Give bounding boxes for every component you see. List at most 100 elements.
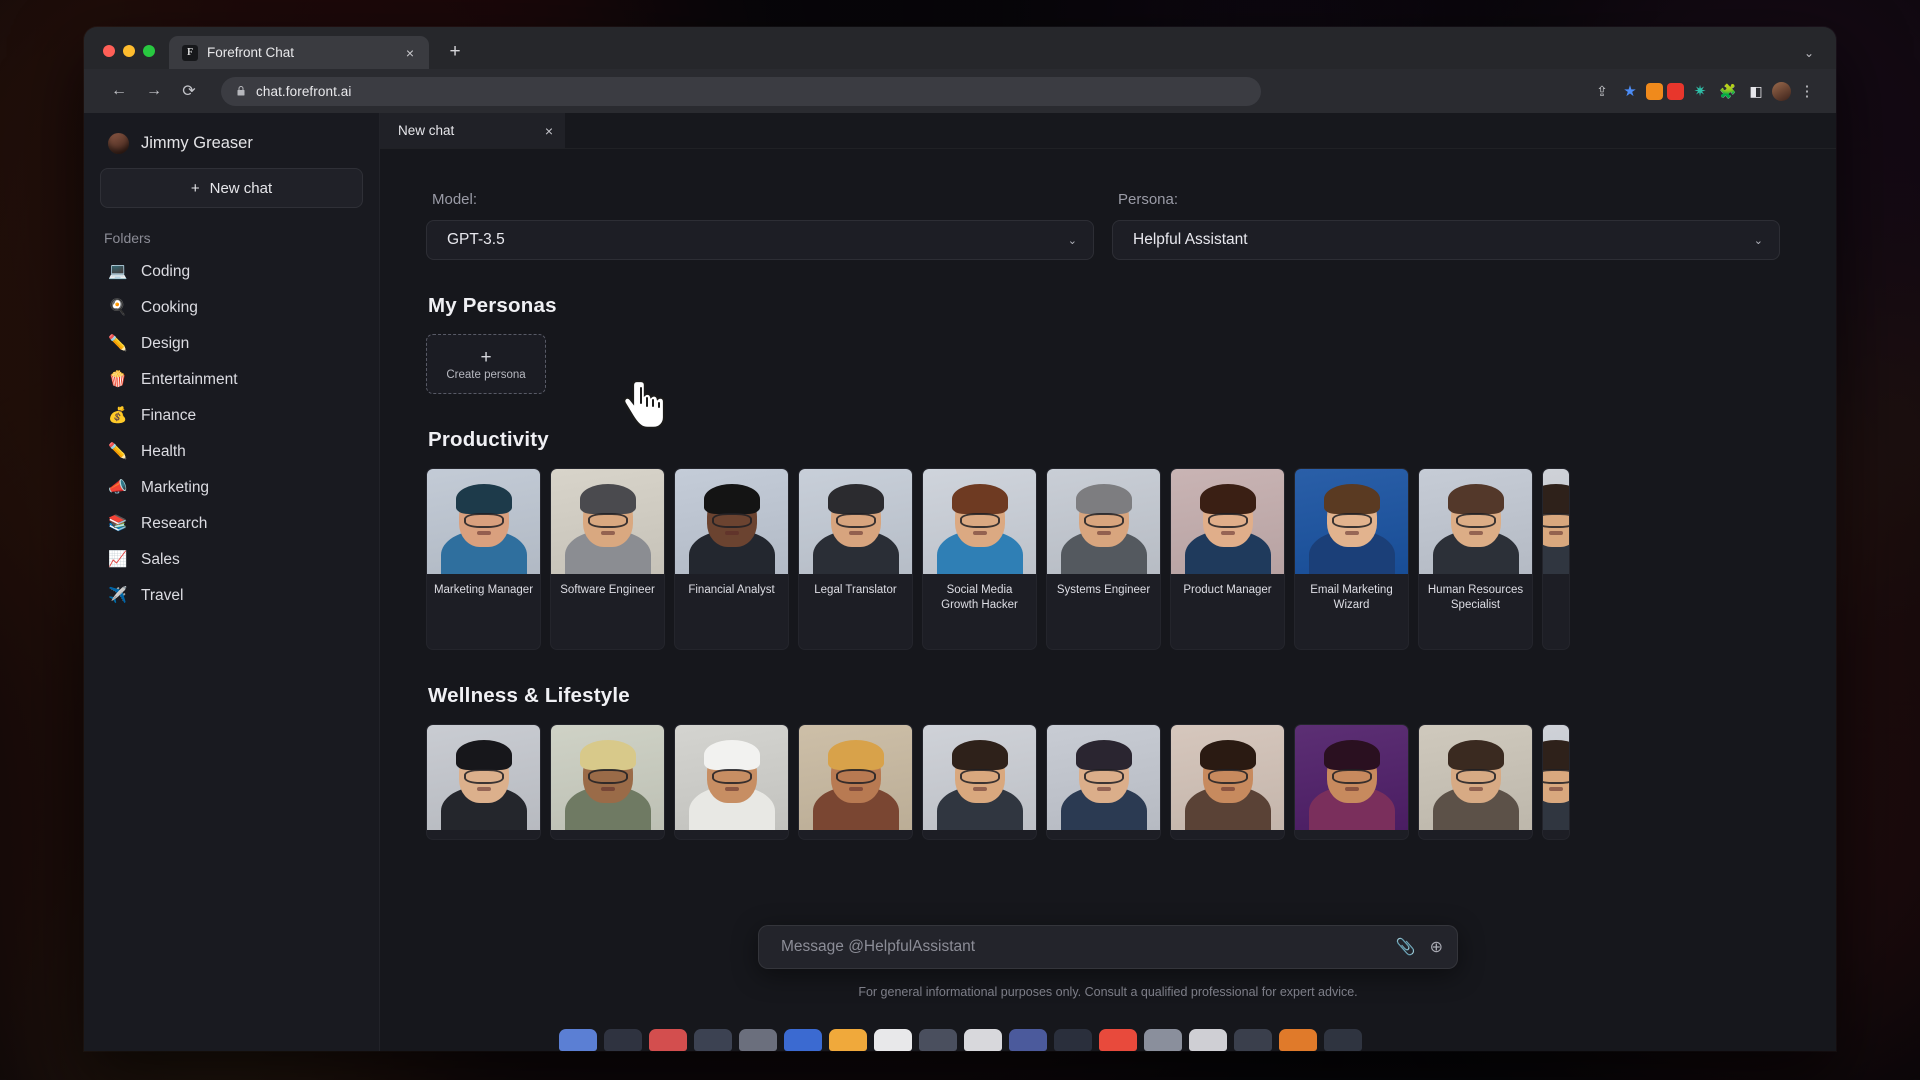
create-persona-button[interactable]: + Create persona xyxy=(426,334,546,394)
sidebar-folder-cooking[interactable]: 🍳 Cooking xyxy=(100,290,363,326)
persona-card[interactable]: Human Resources Specialist xyxy=(1418,468,1533,650)
chat-tab-strip: New chat × xyxy=(380,113,1836,149)
persona-name: Product Manager xyxy=(1183,584,1272,596)
persona-card[interactable]: Software Engineer xyxy=(550,468,665,650)
add-circle-icon[interactable]: ⊕ xyxy=(1430,937,1443,957)
reload-icon[interactable]: ⟳ xyxy=(174,76,204,106)
forward-icon[interactable]: → xyxy=(139,76,169,106)
airplane-icon: ✈️ xyxy=(108,587,128,605)
bookmark-star-icon[interactable]: ★ xyxy=(1618,79,1642,103)
sidebar-folder-label: Coding xyxy=(141,263,191,280)
persona-card[interactable]: Email Marketing Wizard xyxy=(1294,468,1409,650)
dock-icon[interactable] xyxy=(1278,1029,1317,1051)
message-input-box[interactable]: Message @HelpfulAssistant 📎 ⊕ xyxy=(758,925,1458,969)
persona-name xyxy=(799,830,912,839)
back-icon[interactable]: ← xyxy=(104,76,134,106)
dock-icon[interactable] xyxy=(558,1029,597,1051)
persona-card[interactable] xyxy=(1170,724,1285,840)
persona-avatar-art xyxy=(551,469,664,574)
persona-thumbnail xyxy=(923,725,1036,830)
message-composer: Message @HelpfulAssistant 📎 ⊕ For genera… xyxy=(758,925,1458,999)
attachment-icon[interactable]: 📎 xyxy=(1396,937,1416,957)
close-chat-tab-icon[interactable]: × xyxy=(545,123,553,139)
persona-card[interactable] xyxy=(426,724,541,840)
dock-icon[interactable] xyxy=(1098,1029,1137,1051)
persona-name: Systems Engineer xyxy=(1056,584,1151,596)
persona-card[interactable]: Marketing Manager xyxy=(426,468,541,650)
share-icon[interactable]: ⇪ xyxy=(1590,79,1614,103)
persona-thumbnail xyxy=(799,725,912,830)
main-panel: New chat × Model: GPT-3.5 ⌄ Persona: Hel… xyxy=(380,113,1836,1051)
sidebar-folder-sales[interactable]: 📈 Sales xyxy=(100,542,363,578)
extension-orange-icon[interactable] xyxy=(1646,82,1663,100)
dock-icon[interactable] xyxy=(918,1029,957,1051)
dock-icon[interactable] xyxy=(783,1029,822,1051)
persona-card[interactable]: Legal Translator xyxy=(798,468,913,650)
persona-card[interactable] xyxy=(1418,724,1533,840)
close-window-button[interactable] xyxy=(103,45,115,57)
extension-teal-icon[interactable]: ✷ xyxy=(1688,79,1712,103)
dock-icon[interactable] xyxy=(873,1029,912,1051)
new-tab-icon[interactable]: + xyxy=(443,42,467,61)
persona-card[interactable]: Systems Engineer xyxy=(1046,468,1161,650)
maximize-window-button[interactable] xyxy=(143,45,155,57)
persona-card-partial[interactable] xyxy=(1542,468,1570,650)
dock-icon[interactable] xyxy=(693,1029,732,1051)
extensions-puzzle-icon[interactable]: 🧩 xyxy=(1716,79,1740,103)
section-title-productivity: Productivity xyxy=(428,428,549,451)
persona-card[interactable] xyxy=(674,724,789,840)
sidebar-folder-label: Research xyxy=(141,515,208,532)
dock-icon[interactable] xyxy=(738,1029,777,1051)
persona-card[interactable] xyxy=(550,724,665,840)
tab-list-chevron-icon[interactable]: ⌄ xyxy=(1804,46,1836,60)
persona-card[interactable] xyxy=(798,724,913,840)
dock-icon[interactable] xyxy=(1143,1029,1182,1051)
dock-icon[interactable] xyxy=(648,1029,687,1051)
side-panel-icon[interactable]: ◧ xyxy=(1744,79,1768,103)
persona-card[interactable] xyxy=(1294,724,1409,840)
dock-icon[interactable] xyxy=(1053,1029,1092,1051)
persona-name xyxy=(551,830,664,839)
dock-icon[interactable] xyxy=(1233,1029,1272,1051)
persona-thumbnail xyxy=(1419,469,1532,574)
model-selector-group: Model: GPT-3.5 ⌄ xyxy=(426,191,1094,260)
address-bar[interactable]: chat.forefront.ai xyxy=(221,76,1261,106)
sidebar-folder-entertainment[interactable]: 🍿 Entertainment xyxy=(100,362,363,398)
minimize-window-button[interactable] xyxy=(123,45,135,57)
dock-icon[interactable] xyxy=(603,1029,642,1051)
dock-icon[interactable] xyxy=(1188,1029,1227,1051)
persona-dropdown[interactable]: Helpful Assistant ⌄ xyxy=(1112,220,1780,260)
persona-row[interactable]: Marketing Manager Software Engineer Financ… xyxy=(426,468,1780,650)
persona-card[interactable]: Social Media Growth Hacker xyxy=(922,468,1037,650)
persona-row[interactable] xyxy=(426,724,1780,840)
user-row[interactable]: Jimmy Greaser xyxy=(100,127,363,168)
sidebar-folder-health[interactable]: ✏️ Health xyxy=(100,434,363,470)
address-bar-url: chat.forefront.ai xyxy=(256,83,352,99)
sidebar-folder-label: Sales xyxy=(141,551,180,568)
forefront-chat-app: Jimmy Greaser + New chat Folders 💻 Coding… xyxy=(84,113,1836,1051)
close-tab-icon[interactable]: × xyxy=(401,46,419,60)
browser-tab[interactable]: F Forefront Chat × xyxy=(169,36,429,69)
persona-name xyxy=(1295,830,1408,839)
persona-card[interactable] xyxy=(922,724,1037,840)
chat-tab-new-chat[interactable]: New chat × xyxy=(380,113,565,148)
chrome-menu-icon[interactable]: ⋮ xyxy=(1795,79,1819,103)
sidebar-folder-marketing[interactable]: 📣 Marketing xyxy=(100,470,363,506)
sidebar-folder-finance[interactable]: 💰 Finance xyxy=(100,398,363,434)
persona-card[interactable]: Product Manager xyxy=(1170,468,1285,650)
persona-card-partial[interactable] xyxy=(1542,724,1570,840)
dock-icon[interactable] xyxy=(1008,1029,1047,1051)
extension-red-icon[interactable] xyxy=(1667,82,1684,100)
sidebar-folder-coding[interactable]: 💻 Coding xyxy=(100,254,363,290)
dock-icon[interactable] xyxy=(963,1029,1002,1051)
dock-icon[interactable] xyxy=(828,1029,867,1051)
persona-card[interactable] xyxy=(1046,724,1161,840)
sidebar-folder-travel[interactable]: ✈️ Travel xyxy=(100,578,363,614)
profile-avatar-icon[interactable] xyxy=(1772,81,1791,101)
sidebar-folder-design[interactable]: ✏️ Design xyxy=(100,326,363,362)
new-chat-button[interactable]: + New chat xyxy=(100,168,363,208)
model-dropdown[interactable]: GPT-3.5 ⌄ xyxy=(426,220,1094,260)
sidebar-folder-research[interactable]: 📚 Research xyxy=(100,506,363,542)
dock-icon[interactable] xyxy=(1323,1029,1362,1051)
persona-card[interactable]: Financial Analyst xyxy=(674,468,789,650)
